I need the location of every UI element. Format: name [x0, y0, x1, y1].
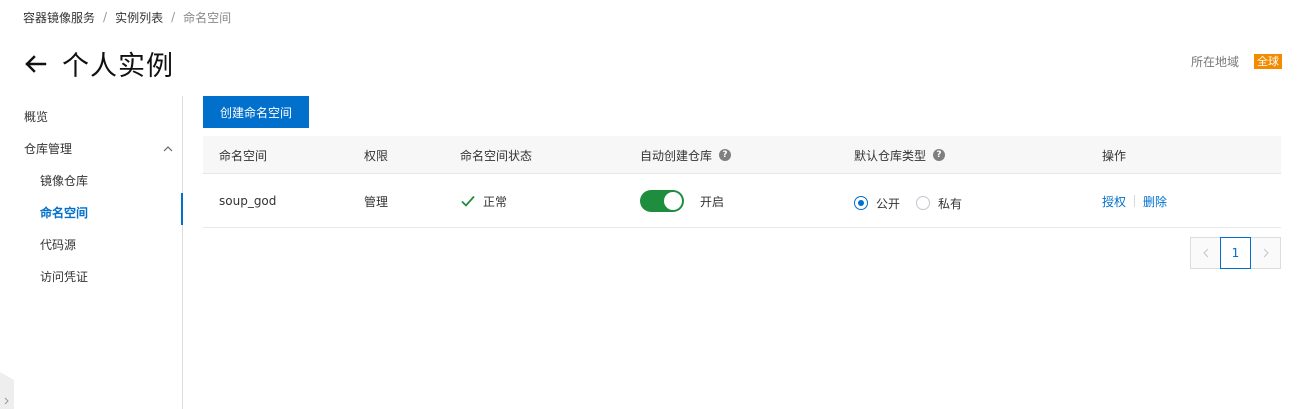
sidebar-collapse-toggle[interactable]	[0, 372, 18, 409]
sidebar-item-namespaces[interactable]: 命名空间	[40, 204, 88, 221]
table-header: 命名空间 权限 命名空间状态 自动创建仓库 ? 默认仓库类型 ? 操作	[203, 136, 1281, 174]
status-text: 正常	[483, 194, 508, 209]
region-indicator: 所在地域 全球	[1191, 53, 1282, 70]
breadcrumb-instance-list[interactable]: 实例列表	[115, 9, 163, 26]
column-header-status: 命名空间状态	[460, 148, 533, 163]
auto-create-toggle[interactable]	[640, 190, 684, 212]
column-header-auto-create-label: 自动创建仓库	[640, 148, 713, 163]
column-header-permission: 权限	[364, 148, 389, 163]
help-icon[interactable]: ?	[719, 149, 732, 161]
back-arrow-icon[interactable]	[22, 51, 48, 77]
sidebar-item-image-repos[interactable]: 镜像仓库	[40, 172, 88, 189]
sidebar-group-repo-management[interactable]: 仓库管理	[24, 140, 174, 157]
radio-private-label: 私有	[938, 196, 963, 211]
page-title: 个人实例	[62, 51, 174, 82]
radio-button-unchecked[interactable]	[916, 196, 931, 210]
region-label: 所在地域	[1190, 55, 1239, 69]
sidebar-item-overview[interactable]: 概览	[24, 108, 48, 125]
namespace-name: soup_god	[219, 194, 277, 208]
column-header-auto-create: 自动创建仓库 ?	[640, 136, 732, 174]
repo-type-cell: 公开 私有	[854, 174, 978, 228]
repo-type-radio-group: 公开 私有	[854, 195, 978, 212]
column-header-default-type: 默认仓库类型 ?	[854, 136, 946, 174]
radio-public[interactable]: 公开	[854, 195, 900, 212]
delete-link[interactable]: 删除	[1143, 193, 1167, 210]
breadcrumb-container-registry[interactable]: 容器镜像服务	[23, 9, 95, 26]
breadcrumb-separator: /	[103, 10, 108, 24]
auto-create-cell: 开启	[640, 174, 724, 228]
actions-cell: 授权 删除	[1102, 174, 1167, 228]
radio-button-checked[interactable]	[854, 196, 868, 210]
column-header-default-type-label: 默认仓库类型	[854, 148, 927, 163]
chevron-left-icon	[1202, 248, 1208, 258]
chevron-right-icon	[1263, 248, 1269, 258]
table-row: soup_god 管理 正常 开启 公开 私有 授权 删除	[203, 174, 1281, 228]
sidebar-item-access-credentials[interactable]: 访问凭证	[40, 268, 88, 285]
pagination: 1	[1190, 237, 1281, 269]
column-header-namespace: 命名空间	[219, 148, 268, 163]
active-indicator	[181, 193, 183, 225]
prev-page-button[interactable]	[1190, 237, 1221, 269]
check-icon	[460, 193, 476, 209]
sidebar-group-label: 仓库管理	[24, 142, 73, 156]
chevron-up-icon	[162, 143, 174, 155]
breadcrumb: 容器镜像服务 / 实例列表 / 命名空间	[23, 9, 231, 25]
radio-public-label: 公开	[876, 196, 901, 211]
next-page-button[interactable]	[1250, 237, 1281, 269]
sidebar-item-code-source[interactable]: 代码源	[40, 236, 76, 253]
column-header-actions: 操作	[1102, 148, 1127, 163]
page-header: 个人实例	[22, 44, 174, 83]
create-namespace-button[interactable]: 创建命名空间	[203, 96, 309, 128]
page-number-button[interactable]: 1	[1220, 237, 1251, 269]
auto-create-text: 开启	[700, 194, 725, 209]
breadcrumb-separator: /	[171, 10, 176, 24]
action-divider	[1134, 195, 1136, 207]
namespace-table: 命名空间 权限 命名空间状态 自动创建仓库 ? 默认仓库类型 ? 操作 soup…	[203, 136, 1281, 228]
toggle-knob	[664, 192, 682, 210]
help-icon[interactable]: ?	[933, 149, 946, 161]
sidebar: 概览 仓库管理 镜像仓库 命名空间 代码源 访问凭证	[0, 96, 183, 409]
permission-value: 管理	[364, 194, 389, 209]
breadcrumb-namespace: 命名空间	[183, 10, 232, 25]
radio-private[interactable]: 私有	[916, 195, 962, 212]
status-cell: 正常	[460, 174, 507, 228]
authorize-link[interactable]: 授权	[1102, 193, 1126, 210]
region-badge[interactable]: 全球	[1254, 54, 1282, 69]
